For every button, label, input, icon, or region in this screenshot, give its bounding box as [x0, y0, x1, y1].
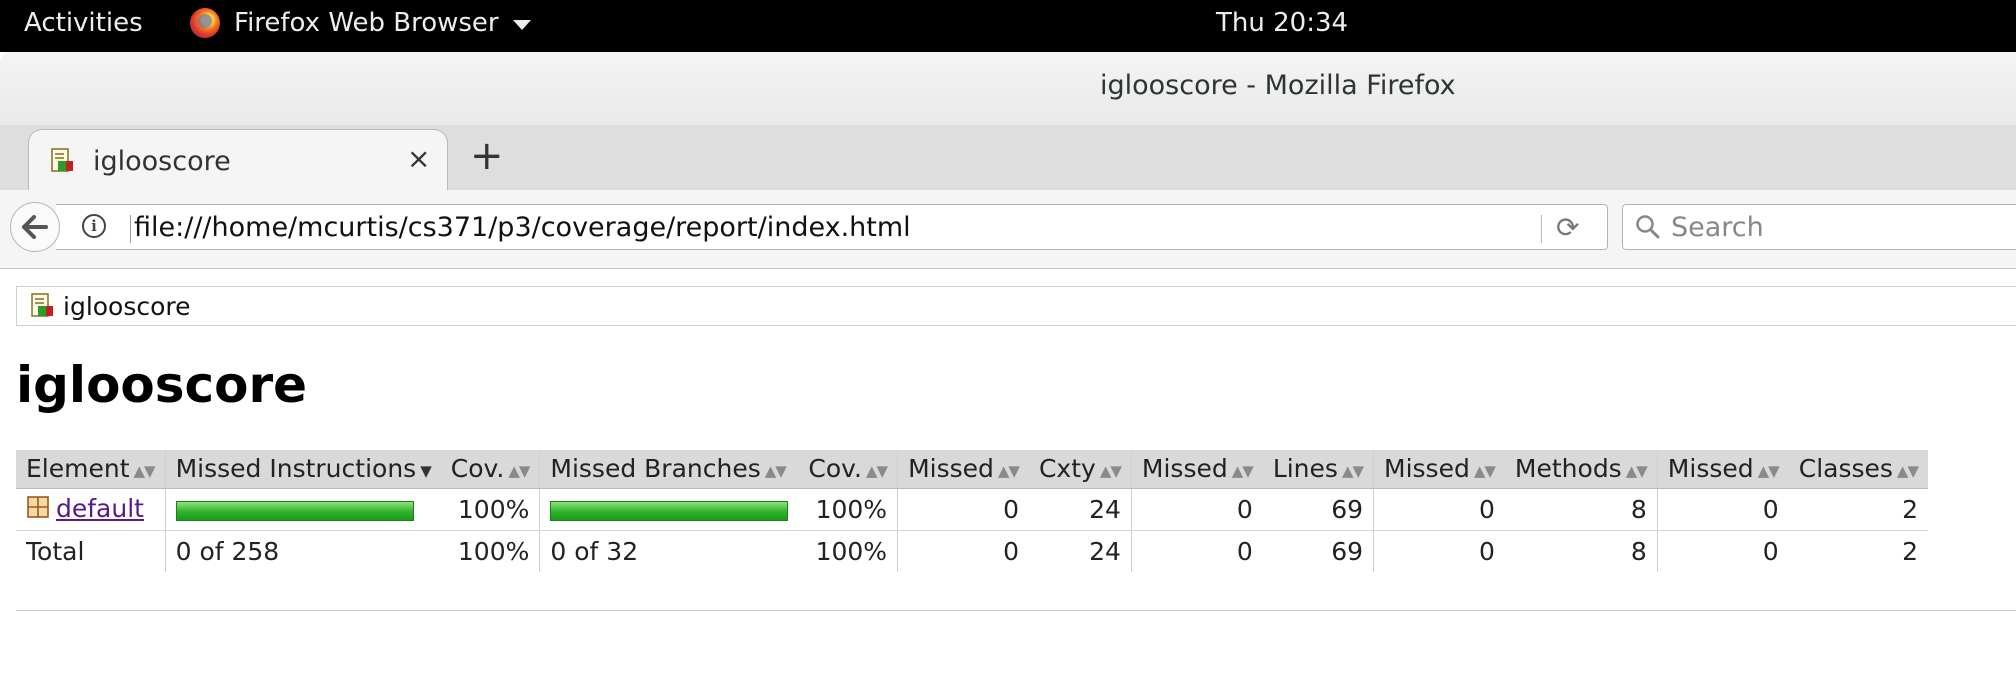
package-icon [26, 495, 50, 525]
footer-divider [16, 610, 2016, 611]
table-row: default 100% 100% 0 24 0 69 0 8 0 2 [16, 488, 1928, 531]
cell-missed-methods: 0 [1373, 488, 1505, 531]
sort-icon: ▲▼ [764, 462, 787, 481]
sort-icon: ▲▼ [1231, 462, 1254, 481]
col-cov-instructions[interactable]: Cov. ▲▼ [440, 450, 540, 489]
sort-icon: ▲▼ [865, 462, 888, 481]
cell-missed-lines: 0 [1130, 488, 1263, 531]
branches-coverage-bar [550, 500, 789, 521]
cell-element: default [16, 488, 166, 531]
chevron-down-icon [512, 20, 531, 30]
total-label: Total [26, 536, 85, 566]
cell-missed-branches [539, 488, 799, 531]
navigation-bar: i file:///home/mcurtis/cs371/p3/coverage… [0, 190, 2016, 269]
tab-iglooscore[interactable]: iglooscore × [28, 129, 448, 191]
breadcrumb: iglooscore [16, 286, 2016, 326]
app-menu[interactable]: Firefox Web Browser [190, 8, 531, 38]
col-missed-classes[interactable]: Missed ▲▼ [1656, 450, 1789, 489]
col-element[interactable]: Element ▲▼ [16, 450, 166, 489]
col-lines[interactable]: Lines ▲▼ [1262, 450, 1374, 489]
col-missed-lines[interactable]: Missed ▲▼ [1130, 450, 1263, 489]
sort-icon: ▲▼ [997, 462, 1020, 481]
sort-icon: ▲▼ [133, 462, 156, 481]
system-top-bar: Activities Firefox Web Browser Thu 20:34 [0, 0, 2016, 52]
total-missed-methods: 0 [1373, 530, 1505, 572]
back-arrow-icon [22, 215, 48, 239]
total-missed-classes: 0 [1656, 530, 1789, 572]
clock[interactable]: Thu 20:34 [1216, 8, 1348, 38]
sort-icon: ▲▼ [1896, 462, 1919, 481]
sort-icon: ▲▼ [1473, 462, 1496, 481]
col-missed-cxty[interactable]: Missed ▲▼ [897, 450, 1029, 489]
close-tab-icon[interactable]: × [407, 142, 430, 175]
col-missed-instructions[interactable]: Missed Instructions ▼ [164, 450, 441, 489]
col-missed-methods[interactable]: Missed ▲▼ [1373, 450, 1505, 489]
window-titlebar[interactable]: iglooscore - Mozilla Firefox [0, 52, 2016, 126]
cell-missed-cxty: 0 [897, 488, 1029, 531]
window-title: iglooscore - Mozilla Firefox [1100, 70, 1456, 101]
activities-button[interactable]: Activities [24, 8, 143, 38]
url-separator [1541, 215, 1542, 243]
col-methods[interactable]: Methods ▲▼ [1504, 450, 1658, 489]
sort-icon: ▲▼ [1757, 462, 1780, 481]
total-missed-branches: 0 of 32 [539, 530, 799, 572]
sort-icon: ▲▼ [508, 462, 530, 481]
table-header-row: Element ▲▼ Missed Instructions ▼ Cov. ▲▼ Mi… [16, 450, 1928, 489]
cell-lines: 69 [1262, 488, 1374, 531]
site-info-icon[interactable]: i [82, 214, 106, 238]
report-favicon-icon [49, 148, 75, 178]
table-total-row: Total 0 of 258 100% 0 of 32 100% 0 24 0 … [16, 530, 1928, 572]
report-icon [29, 293, 55, 323]
cell-cxty: 24 [1028, 488, 1132, 531]
firefox-logo-icon [190, 8, 220, 38]
breadcrumb-label: iglooscore [63, 292, 191, 321]
search-placeholder: Search [1671, 212, 1764, 243]
sort-icon: ▲▼ [1625, 462, 1648, 481]
sort-desc-icon: ▼ [420, 462, 432, 481]
url-separator [130, 215, 131, 243]
instructions-coverage-bar [175, 500, 414, 521]
cell-classes: 2 [1788, 488, 1928, 531]
tab-strip: iglooscore × + [0, 125, 2016, 191]
total-cov-instructions: 100% [457, 536, 530, 566]
col-cxty[interactable]: Cxty ▲▼ [1028, 450, 1132, 489]
col-classes[interactable]: Classes ▲▼ [1788, 450, 1928, 489]
total-missed-instructions: 0 of 258 [164, 530, 441, 572]
total-methods: 8 [1630, 536, 1647, 566]
sort-icon: ▲▼ [1099, 462, 1122, 481]
search-box[interactable]: Search [1622, 204, 2016, 250]
cell-cov-branches: 100% [798, 488, 898, 531]
total-missed-lines: 0 [1130, 530, 1263, 572]
total-cxty: 24 [1089, 536, 1121, 566]
coverage-table: Element ▲▼ Missed Instructions ▼ Cov. ▲▼ Mi… [16, 450, 1928, 572]
app-menu-label: Firefox Web Browser [234, 8, 499, 38]
sort-icon: ▲▼ [1341, 462, 1364, 481]
url-bar[interactable]: i file:///home/mcurtis/cs371/p3/coverage… [56, 204, 1608, 250]
page-title: iglooscore [16, 356, 308, 414]
cell-cov-instructions: 100% [440, 488, 540, 531]
total-missed-cxty: 0 [897, 530, 1029, 572]
url-text[interactable]: file:///home/mcurtis/cs371/p3/coverage/r… [134, 212, 911, 243]
package-link-default[interactable]: default [56, 494, 144, 523]
tab-label: iglooscore [93, 146, 231, 177]
col-missed-branches[interactable]: Missed Branches ▲▼ [539, 450, 799, 489]
total-cov-branches: 100% [815, 536, 888, 566]
total-classes: 2 [1902, 536, 1918, 566]
search-icon [1635, 214, 1661, 244]
col-cov-branches[interactable]: Cov. ▲▼ [798, 450, 898, 489]
reload-icon[interactable]: ⟳ [1556, 211, 1579, 244]
new-tab-button[interactable]: + [470, 133, 504, 179]
cell-missed-classes: 0 [1656, 488, 1789, 531]
back-button[interactable] [10, 202, 60, 252]
cell-missed-instructions [164, 488, 441, 531]
total-lines: 69 [1331, 536, 1364, 566]
cell-methods: 8 [1504, 488, 1658, 531]
